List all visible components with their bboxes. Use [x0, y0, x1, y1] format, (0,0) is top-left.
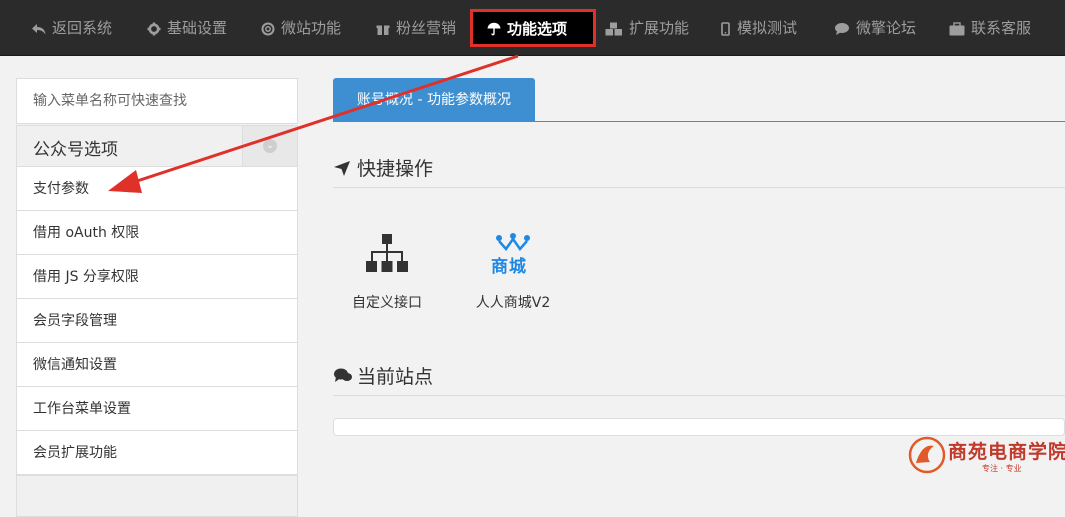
sidebar-item-js-share[interactable]: 借用 JS 分享权限	[16, 255, 298, 299]
shortcut-custom-interface[interactable]: 自定义接口	[342, 232, 432, 312]
sitemap-icon	[342, 232, 432, 278]
divider	[333, 395, 1065, 396]
sidebar-item-member-extension[interactable]: 会员扩展功能	[16, 431, 298, 475]
reply-icon	[32, 22, 46, 36]
nav-simulation-test[interactable]: 模拟测试	[721, 0, 797, 55]
current-sites-title: 当前站点	[333, 362, 433, 389]
nav-extensions[interactable]: 扩展功能	[605, 0, 689, 55]
nav-forum[interactable]: 微擎论坛	[834, 0, 916, 55]
nav-microsite[interactable]: 微站功能	[261, 0, 341, 55]
shop-logo: 商城	[467, 232, 559, 278]
nav-back-system[interactable]: 返回系统	[32, 0, 112, 55]
sites-panel	[333, 418, 1065, 436]
watermark-logo	[908, 436, 946, 474]
divider	[333, 187, 1065, 188]
shortcut-renren-mall[interactable]: 商城 人人商城V2	[467, 232, 559, 312]
menu-search-input[interactable]	[17, 79, 297, 123]
cubes-icon	[605, 22, 623, 36]
nav-basic-settings[interactable]: 基础设置	[147, 0, 227, 55]
mobile-icon	[721, 21, 731, 36]
collapse-toggle[interactable]: ⌄	[242, 126, 297, 166]
tab-underline	[333, 121, 1065, 122]
chevron-down-icon: ⌄	[263, 139, 277, 153]
sidebar-item-payment-params[interactable]: 支付参数	[16, 167, 298, 211]
nav-feature-options[interactable]: 功能选项	[470, 9, 596, 47]
menu-search-box	[16, 78, 298, 124]
umbrella-icon	[487, 22, 501, 36]
nav-customer-service[interactable]: 联系客服	[949, 0, 1031, 55]
tab-account-overview[interactable]: 账号概况 - 功能参数概况	[333, 78, 535, 122]
sidebar-item-wechat-notify[interactable]: 微信通知设置	[16, 343, 298, 387]
sidebar-next-group[interactable]	[16, 475, 298, 517]
briefcase-icon	[949, 21, 965, 36]
sidebar-item-oauth[interactable]: 借用 oAuth 权限	[16, 211, 298, 255]
top-navbar: 返回系统 基础设置 微站功能 粉丝营销 功能选项 扩展功能 模拟测试 微擎论坛 …	[0, 0, 1065, 56]
comments-icon	[333, 367, 352, 385]
sidebar-group-title: 公众号选项	[33, 140, 118, 160]
comment-icon	[834, 22, 850, 36]
lifebuoy-icon	[261, 22, 275, 36]
plane-icon	[333, 159, 351, 177]
sidebar-item-workbench-menu[interactable]: 工作台菜单设置	[16, 387, 298, 431]
nav-fan-marketing[interactable]: 粉丝营销	[376, 0, 456, 55]
quick-actions-title: 快捷操作	[333, 154, 433, 181]
watermark: 商苑电商学院 专注 · 专业	[906, 436, 1065, 476]
gear-icon	[147, 22, 161, 36]
sidebar-group-header[interactable]: 公众号选项 ⌄	[16, 125, 298, 167]
gift-icon	[376, 22, 390, 36]
sidebar-item-member-fields[interactable]: 会员字段管理	[16, 299, 298, 343]
